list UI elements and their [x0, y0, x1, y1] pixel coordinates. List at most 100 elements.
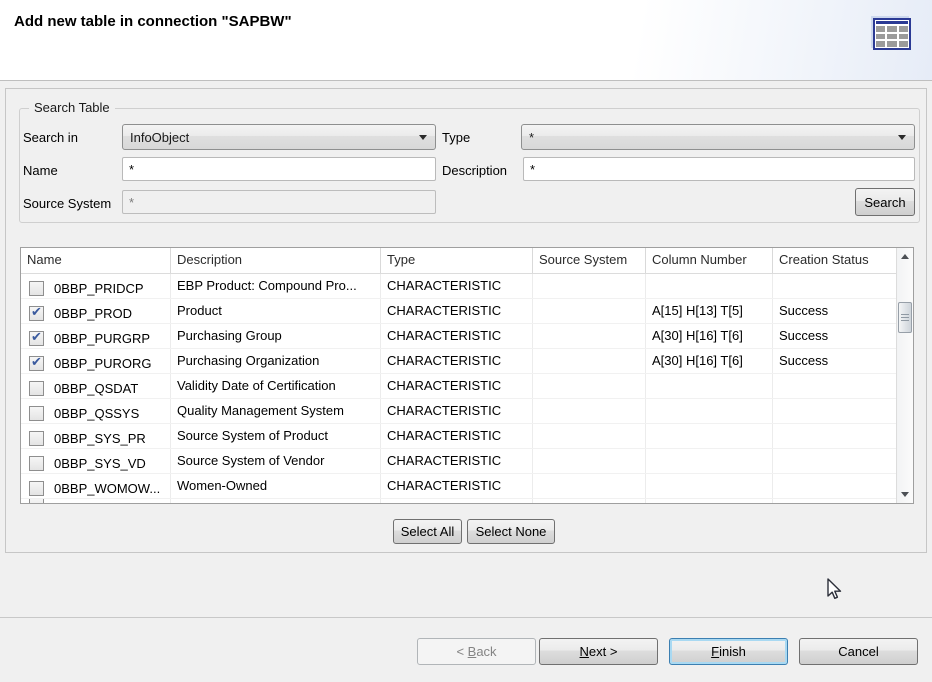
cell-type: CHARACTERISTIC	[381, 349, 533, 373]
search-in-dropdown[interactable]: InfoObject	[122, 124, 436, 150]
cell-source-system	[533, 324, 646, 348]
type-dropdown[interactable]: *	[521, 124, 915, 150]
name-input[interactable]	[122, 157, 436, 181]
cell-name: 0BBP_PURORG	[21, 349, 171, 373]
type-label: Type	[442, 130, 470, 145]
search-table-group-label: Search Table	[29, 100, 115, 115]
row-checkbox[interactable]	[29, 381, 44, 396]
vertical-scrollbar[interactable]	[896, 248, 913, 503]
row-checkbox[interactable]	[29, 281, 44, 296]
cell-source-system	[533, 399, 646, 423]
cell-name: 0BBP_WOMOW...	[21, 474, 171, 498]
cell-creation-status	[773, 274, 896, 298]
cell-type: CHARACTERISTIC	[381, 399, 533, 423]
cell-creation-status	[773, 399, 896, 423]
cell-description: Validity Date of Certification	[171, 374, 381, 398]
cell-column-number	[646, 474, 773, 498]
cell-name: 0BBP_QSSYS	[21, 399, 171, 423]
description-label: Description	[442, 163, 507, 178]
table-row[interactable]: 0BBP_PROD Product CHARACTERISTIC A[15] H…	[21, 299, 896, 324]
scrollbar-up-icon[interactable]	[897, 248, 913, 265]
column-header-source-system[interactable]: Source System	[533, 248, 646, 273]
cancel-button[interactable]: Cancel	[799, 638, 918, 665]
row-checkbox[interactable]	[29, 481, 44, 496]
chevron-down-icon	[419, 135, 427, 140]
column-header-type[interactable]: Type	[381, 248, 533, 273]
cell-column-number: A[30] H[16] T[6]	[646, 349, 773, 373]
cell-type: CHARACTERISTIC	[381, 324, 533, 348]
search-button[interactable]: Search	[855, 188, 915, 216]
cell-type: CHARACTERISTIC	[381, 424, 533, 448]
table-row[interactable]: 0BBP_SYS_PR Source System of Product CHA…	[21, 424, 896, 449]
cell-source-system	[533, 274, 646, 298]
select-none-button[interactable]: Select None	[467, 519, 555, 544]
cell-name: 0BBP_SYS_PR	[21, 424, 171, 448]
description-input[interactable]	[523, 157, 915, 181]
column-header-name[interactable]: Name	[21, 248, 171, 273]
table-row[interactable]: 0BBP_PRIDCP EBP Product: Compound Pro...…	[21, 274, 896, 299]
cell-source-system	[533, 449, 646, 473]
source-system-label: Source System	[23, 196, 111, 211]
table-row[interactable]: 0BBP_WOMOW... Women-Owned CHARACTERISTIC	[21, 474, 896, 499]
column-header-description[interactable]: Description	[171, 248, 381, 273]
row-checkbox[interactable]	[29, 306, 44, 321]
column-header-column-number[interactable]: Column Number	[646, 248, 773, 273]
cell-source-system	[533, 299, 646, 323]
cell-column-number	[646, 399, 773, 423]
cell-source-system	[533, 349, 646, 373]
cell-name: 0BBP_PURGRP	[21, 324, 171, 348]
chevron-down-icon	[898, 135, 906, 140]
cell-description: Product	[171, 299, 381, 323]
cell-type: CHARACTERISTIC	[381, 299, 533, 323]
cell-column-number	[646, 374, 773, 398]
table-icon	[873, 18, 911, 50]
cell-creation-status	[773, 374, 896, 398]
results-table: Name Description Type Source System Colu…	[20, 247, 914, 504]
cell-source-system	[533, 474, 646, 498]
table-row[interactable]: 0BBP_PURORG Purchasing Organization CHAR…	[21, 349, 896, 374]
mouse-cursor	[824, 577, 846, 601]
cell-column-number: A[30] H[16] T[6]	[646, 324, 773, 348]
row-checkbox[interactable]	[29, 356, 44, 371]
footer-divider	[0, 617, 932, 618]
row-checkbox[interactable]	[29, 431, 44, 446]
cell-column-number: A[15] H[13] T[5]	[646, 299, 773, 323]
table-row[interactable]: 0BBP_QSSYS Quality Management System CHA…	[21, 399, 896, 424]
content-panel: Search Table Search in InfoObject Type *…	[5, 88, 927, 553]
table-row[interactable]: 0BBP_QSDAT Validity Date of Certificatio…	[21, 374, 896, 399]
search-in-label: Search in	[23, 130, 78, 145]
cell-description: Source System of Vendor	[171, 449, 381, 473]
column-header-creation-status[interactable]: Creation Status	[773, 248, 896, 273]
table-header-row: Name Description Type Source System Colu…	[21, 248, 896, 274]
type-selected-value: *	[529, 130, 892, 145]
table-row[interactable]: 0BBP_SYS_VD Source System of Vendor CHAR…	[21, 449, 896, 474]
row-checkbox[interactable]	[29, 406, 44, 421]
cell-column-number	[646, 449, 773, 473]
cell-name: 0BBP_SYS_VD	[21, 449, 171, 473]
row-checkbox[interactable]	[29, 456, 44, 471]
cell-creation-status	[773, 474, 896, 498]
cell-description: Women-Owned	[171, 474, 381, 498]
scrollbar-down-icon[interactable]	[897, 486, 913, 503]
cell-source-system	[533, 424, 646, 448]
next-button[interactable]: Next >	[539, 638, 658, 665]
cell-name: 0BBP_QSDAT	[21, 374, 171, 398]
cell-description: EBP Product: Compound Pro...	[171, 274, 381, 298]
cell-column-number	[646, 424, 773, 448]
scrollbar-thumb[interactable]	[898, 302, 912, 333]
back-button: < Back	[417, 638, 536, 665]
cell-description: Source System of Product	[171, 424, 381, 448]
cell-source-system	[533, 374, 646, 398]
source-system-input	[122, 190, 436, 214]
finish-button[interactable]: Finish	[669, 638, 788, 665]
results-table-viewport: Name Description Type Source System Colu…	[21, 248, 896, 503]
cell-creation-status: Success	[773, 299, 896, 323]
row-checkbox[interactable]	[29, 499, 44, 503]
cell-type: CHARACTERISTIC	[381, 474, 533, 498]
cell-description: Purchasing Group	[171, 324, 381, 348]
row-checkbox[interactable]	[29, 331, 44, 346]
cell-creation-status: Success	[773, 349, 896, 373]
select-all-button[interactable]: Select All	[393, 519, 462, 544]
wizard-header: Add new table in connection "SAPBW"	[0, 0, 932, 81]
table-row[interactable]: 0BBP_PURGRP Purchasing Group CHARACTERIS…	[21, 324, 896, 349]
